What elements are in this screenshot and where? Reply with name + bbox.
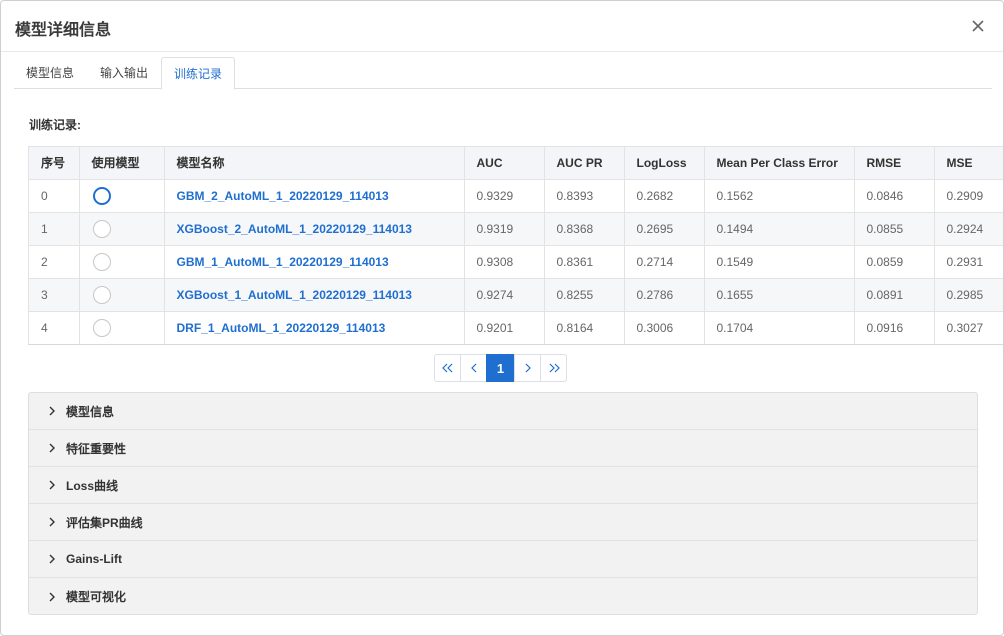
- model-name-link[interactable]: GBM_2_AutoML_1_20220129_114013: [164, 179, 465, 213]
- tab-input-output[interactable]: 输入输出: [100, 57, 148, 89]
- cell-auc-pr: 0.8361: [544, 245, 625, 279]
- panel-label: 模型信息: [66, 404, 115, 419]
- panel-gains-lift[interactable]: Gains-Lift: [29, 541, 977, 578]
- panel-label: Gains-Lift: [66, 552, 122, 566]
- use-model-radio[interactable]: [92, 186, 111, 205]
- cell-logloss: 0.2682: [624, 179, 705, 213]
- chevron-right-icon: [49, 592, 55, 601]
- cell-mean-per-class-error: 0.1655: [704, 278, 855, 312]
- panel-model-visualization[interactable]: 模型可视化: [29, 578, 977, 615]
- cell-mse: 0.2924: [934, 212, 1003, 246]
- use-model-radio[interactable]: [92, 219, 111, 238]
- panel-feature-importance[interactable]: 特征重要性: [29, 430, 977, 467]
- cell-index: 3: [29, 278, 80, 312]
- col-header-rmse: RMSE: [854, 147, 935, 180]
- cell-mean-per-class-error: 0.1494: [704, 212, 855, 246]
- cell-index: 2: [29, 245, 80, 279]
- last-page-button[interactable]: [540, 354, 567, 382]
- use-model-radio[interactable]: [92, 318, 111, 337]
- detail-collapse: 模型信息 特征重要性 Loss曲线 评估集PR曲线 Gains-Lift 模型可…: [28, 392, 978, 615]
- chevron-left-icon: [470, 363, 476, 373]
- page-button-current[interactable]: 1: [486, 354, 515, 382]
- chevron-right-icon: [49, 406, 55, 416]
- cell-rmse: 0.0916: [854, 311, 935, 344]
- cell-auc: 0.9274: [464, 278, 545, 312]
- cell-mse: 0.2909: [934, 179, 1003, 213]
- prev-page-button[interactable]: [460, 354, 487, 382]
- cell-auc-pr: 0.8164: [544, 311, 625, 344]
- use-model-radio[interactable]: [92, 285, 111, 304]
- cell-logloss: 0.3006: [624, 311, 705, 344]
- chevron-right-icon: [525, 363, 531, 373]
- col-header-index: 序号: [29, 147, 80, 180]
- panel-model-info[interactable]: 模型信息: [29, 393, 977, 430]
- cell-mse: 0.3027: [934, 311, 1003, 344]
- col-header-model-name: 模型名称: [164, 147, 465, 180]
- panel-label: 特征重要性: [66, 441, 127, 456]
- table-row[interactable]: 2 GBM_1_AutoML_1_20220129_114013 0.9308 …: [29, 245, 1003, 279]
- cell-auc: 0.9201: [464, 311, 545, 344]
- col-header-logloss: LogLoss: [624, 147, 705, 180]
- col-header-use-model: 使用模型: [79, 147, 165, 180]
- table-row[interactable]: 3 XGBoost_1_AutoML_1_20220129_114013 0.9…: [29, 278, 1003, 312]
- cell-mean-per-class-error: 0.1562: [704, 179, 855, 213]
- cell-auc: 0.9308: [464, 245, 545, 279]
- table-header-row: 序号 使用模型 模型名称 AUC AUC PR LogLoss Mean Per…: [29, 147, 1003, 180]
- cell-auc-pr: 0.8393: [544, 179, 625, 213]
- tab-bar: 模型信息 输入输出 训练记录: [14, 57, 992, 90]
- cell-rmse: 0.0846: [854, 179, 935, 213]
- pagination: 1: [434, 354, 567, 382]
- cell-auc-pr: 0.8368: [544, 212, 625, 246]
- training-records-table: 序号 使用模型 模型名称 AUC AUC PR LogLoss Mean Per…: [28, 146, 1003, 345]
- col-header-auc-pr: AUC PR: [544, 147, 625, 180]
- panel-label: 模型可视化: [66, 590, 127, 604]
- cell-mean-per-class-error: 0.1704: [704, 311, 855, 344]
- table-row[interactable]: 0 GBM_2_AutoML_1_20220129_114013 0.9329 …: [29, 179, 1003, 213]
- cell-rmse: 0.0855: [854, 212, 935, 246]
- next-page-button[interactable]: [514, 354, 541, 382]
- cell-index: 4: [29, 311, 80, 344]
- cell-rmse: 0.0891: [854, 278, 935, 312]
- model-name-link[interactable]: XGBoost_1_AutoML_1_20220129_114013: [164, 278, 465, 312]
- first-page-button[interactable]: [434, 354, 461, 382]
- cell-mse: 0.2931: [934, 245, 1003, 279]
- chevron-right-icon: [49, 443, 55, 453]
- cell-logloss: 0.2786: [624, 278, 705, 312]
- cell-logloss: 0.2695: [624, 212, 705, 246]
- chevron-right-icon: [49, 517, 55, 527]
- panel-label: Loss曲线: [66, 478, 119, 493]
- col-header-mean-per-class-error: Mean Per Class Error: [704, 147, 855, 180]
- tab-training-records[interactable]: 训练记录: [161, 57, 235, 90]
- model-name-link[interactable]: GBM_1_AutoML_1_20220129_114013: [164, 245, 465, 279]
- cell-auc: 0.9319: [464, 212, 545, 246]
- panel-label: 评估集PR曲线: [66, 515, 143, 530]
- use-model-radio[interactable]: [92, 252, 111, 271]
- cell-index: 1: [29, 212, 80, 246]
- model-name-link[interactable]: XGBoost_2_AutoML_1_20220129_114013: [164, 212, 465, 246]
- panel-eval-pr-curve[interactable]: 评估集PR曲线: [29, 504, 977, 541]
- tab-model-info[interactable]: 模型信息: [26, 57, 74, 89]
- training-records-label: 训练记录:: [29, 118, 81, 132]
- col-header-mse: MSE: [934, 147, 1003, 180]
- table-row[interactable]: 4 DRF_1_AutoML_1_20220129_114013 0.9201 …: [29, 311, 1003, 344]
- double-chevron-right-icon: [549, 363, 560, 373]
- chevron-right-icon: [49, 480, 55, 490]
- chevron-right-icon: [49, 554, 55, 564]
- col-header-auc: AUC: [464, 147, 545, 180]
- cell-logloss: 0.2714: [624, 245, 705, 279]
- cell-mean-per-class-error: 0.1549: [704, 245, 855, 279]
- close-icon[interactable]: [969, 17, 987, 35]
- cell-index: 0: [29, 179, 80, 213]
- table-row[interactable]: 1 XGBoost_2_AutoML_1_20220129_114013 0.9…: [29, 212, 1003, 246]
- model-name-link[interactable]: DRF_1_AutoML_1_20220129_114013: [164, 311, 465, 344]
- cell-auc-pr: 0.8255: [544, 278, 625, 312]
- model-detail-dialog: 模型详细信息 模型信息 输入输出 训练记录 训练记录: 序号 使用模型 模型名称: [0, 0, 1004, 636]
- dialog-title: 模型详细信息: [15, 22, 112, 39]
- double-chevron-left-icon: [441, 363, 452, 373]
- cell-mse: 0.2985: [934, 278, 1003, 312]
- cell-rmse: 0.0859: [854, 245, 935, 279]
- panel-loss-curve[interactable]: Loss曲线: [29, 467, 977, 504]
- dialog-header: 模型详细信息: [1, 1, 1003, 52]
- cell-auc: 0.9329: [464, 179, 545, 213]
